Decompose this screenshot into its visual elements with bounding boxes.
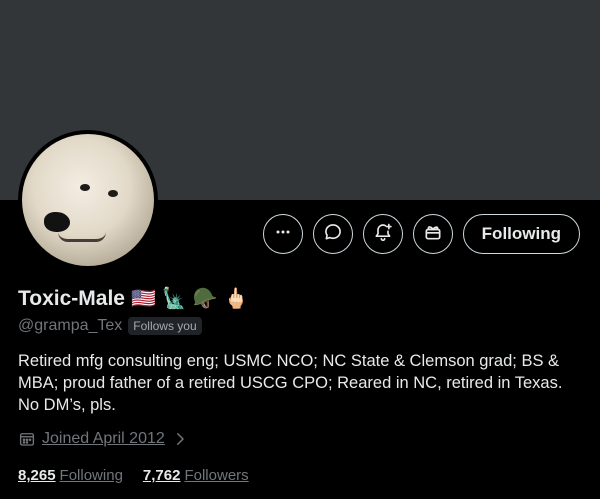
notify-button[interactable]	[362, 214, 403, 254]
profile-actions: Following	[262, 214, 580, 254]
following-button[interactable]: Following	[462, 214, 580, 254]
avatar[interactable]	[18, 130, 158, 270]
more-horizontal-icon	[273, 222, 293, 247]
handle-row: @grampa_Tex Follows you	[18, 317, 202, 335]
calendar-icon	[18, 430, 36, 448]
middle-finger-emoji: 🖕🏻	[223, 288, 249, 310]
followers-label: Followers	[184, 467, 249, 484]
following-count: 8,265	[18, 467, 56, 484]
message-button[interactable]	[312, 214, 353, 254]
joined-date-link[interactable]: Joined April 2012	[18, 430, 189, 448]
display-name: Toxic-Male	[18, 287, 125, 310]
message-icon	[323, 222, 343, 247]
gift-icon	[423, 222, 443, 247]
joined-date: Joined April 2012	[42, 430, 165, 447]
following-label: Following	[59, 467, 123, 484]
more-button[interactable]	[262, 214, 303, 254]
military-helmet-emoji: 🪖	[192, 288, 218, 310]
statue-of-liberty-emoji: 🗽	[161, 288, 187, 310]
bio: Retired mfg consulting eng; USMC NCO; NC…	[18, 352, 563, 414]
followers-link[interactable]: 7,762 Followers	[143, 467, 249, 484]
following-link[interactable]: 8,265 Following	[18, 467, 123, 484]
followers-count: 7,762	[142, 467, 181, 484]
bell-plus-icon	[373, 222, 393, 247]
avatar-image	[22, 134, 154, 266]
chevron-right-icon	[171, 430, 189, 448]
follow-stats: 8,265 Following 7,762 Followers	[18, 467, 249, 484]
handle: @grampa_Tex	[18, 317, 123, 334]
us-flag-emoji: 🇺🇸	[130, 288, 156, 310]
subscribe-button[interactable]	[412, 214, 453, 254]
profile-name-row: Toxic-Male 🇺🇸 🗽 🪖 🖕🏻	[18, 287, 249, 311]
follows-you-badge: Follows you	[128, 317, 202, 335]
